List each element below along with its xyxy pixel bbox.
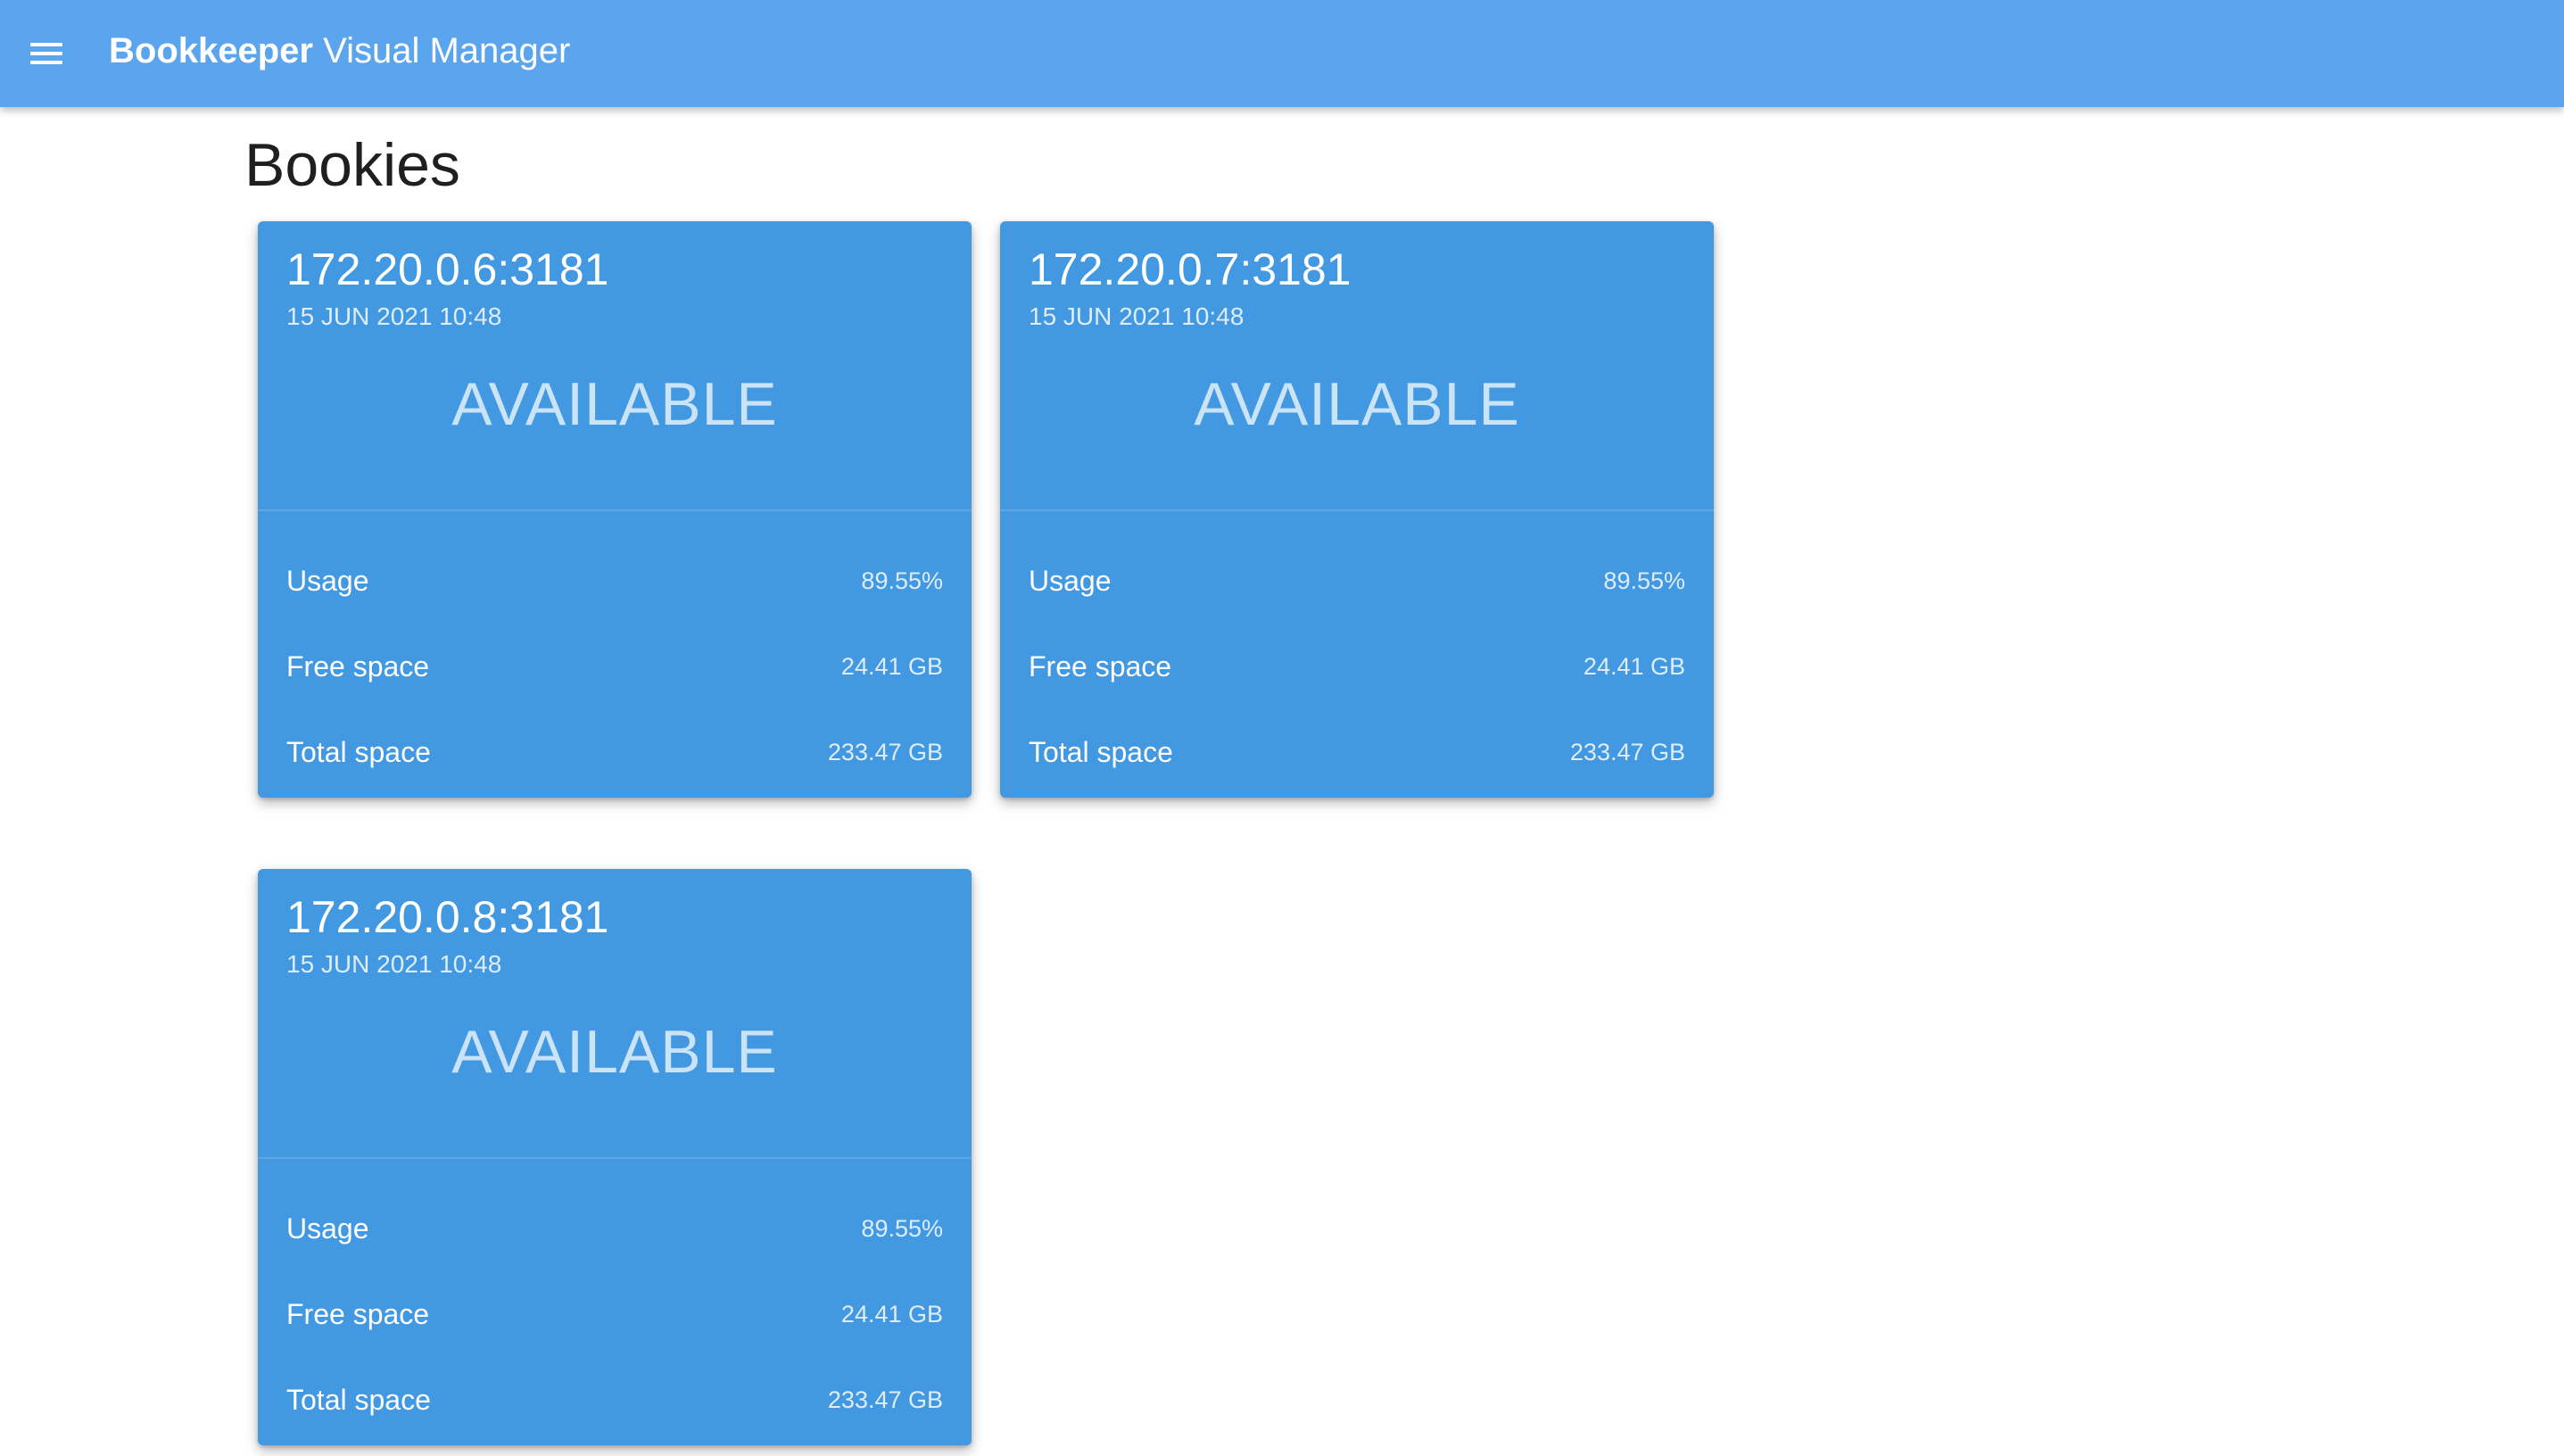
stat-row-usage: Usage 89.55% xyxy=(258,1186,972,1271)
stat-label: Total space xyxy=(1029,735,1173,768)
bookie-card-header: 172.20.0.7:3181 15 JUN 2021 10:48 AVAILA… xyxy=(1000,221,1714,511)
bookie-timestamp: 15 JUN 2021 10:48 xyxy=(286,302,502,330)
stat-row-total-space: Total space 233.47 GB xyxy=(258,709,972,795)
bookie-card[interactable]: 172.20.0.8:3181 15 JUN 2021 10:48 AVAILA… xyxy=(258,869,972,1445)
bookie-stats-list: Usage 89.55% Free space 24.41 GB Total s… xyxy=(1000,511,1714,795)
stat-label: Usage xyxy=(286,1212,369,1245)
stat-label: Free space xyxy=(1029,649,1172,682)
bookie-card[interactable]: 172.20.0.7:3181 15 JUN 2021 10:48 AVAILA… xyxy=(1000,221,1714,798)
stat-row-usage: Usage 89.55% xyxy=(258,538,972,624)
stat-row-free-space: Free space 24.41 GB xyxy=(258,624,972,709)
bookie-host: 172.20.0.6:3181 xyxy=(286,244,609,294)
hamburger-menu-icon xyxy=(30,43,62,64)
stat-value: 24.41 GB xyxy=(1583,652,1685,680)
bookie-stats-list: Usage 89.55% Free space 24.41 GB Total s… xyxy=(258,1159,972,1443)
app-title-subtitle: Visual Manager xyxy=(323,31,571,70)
bookie-card[interactable]: 172.20.0.6:3181 15 JUN 2021 10:48 AVAILA… xyxy=(258,221,972,798)
stat-label: Total space xyxy=(286,735,431,768)
stat-value: 233.47 GB xyxy=(827,738,943,765)
stat-value: 233.47 GB xyxy=(827,1386,943,1413)
bookie-status: AVAILABLE xyxy=(451,1018,778,1086)
bookie-timestamp: 15 JUN 2021 10:48 xyxy=(286,950,502,978)
bookie-timestamp: 15 JUN 2021 10:48 xyxy=(1029,302,1245,330)
stat-label: Free space xyxy=(286,1297,430,1330)
menu-button[interactable] xyxy=(20,27,73,80)
app-title-brand: Bookkeeper xyxy=(109,31,313,70)
stat-label: Usage xyxy=(286,564,369,597)
bookie-host: 172.20.0.7:3181 xyxy=(1029,244,1352,294)
stat-row-total-space: Total space 233.47 GB xyxy=(258,1357,972,1443)
bookie-card-header: 172.20.0.8:3181 15 JUN 2021 10:48 AVAILA… xyxy=(258,869,972,1159)
stat-row-free-space: Free space 24.41 GB xyxy=(1000,624,1714,709)
bookie-host: 172.20.0.8:3181 xyxy=(286,892,609,942)
stat-label: Usage xyxy=(1029,564,1112,597)
bookie-card-header: 172.20.0.6:3181 15 JUN 2021 10:48 AVAILA… xyxy=(258,221,972,511)
page-title: Bookies xyxy=(244,131,460,199)
bookie-status: AVAILABLE xyxy=(1194,370,1520,438)
bookie-status: AVAILABLE xyxy=(451,370,778,438)
app-bar: Bookkeeper Visual Manager xyxy=(0,0,2564,107)
stat-value: 89.55% xyxy=(1603,567,1685,594)
bookie-stats-list: Usage 89.55% Free space 24.41 GB Total s… xyxy=(258,511,972,795)
stat-label: Free space xyxy=(286,649,430,682)
stat-row-total-space: Total space 233.47 GB xyxy=(1000,709,1714,795)
stat-label: Total space xyxy=(286,1383,431,1416)
stat-row-free-space: Free space 24.41 GB xyxy=(258,1271,972,1357)
app-title: Bookkeeper Visual Manager xyxy=(109,0,570,107)
stat-value: 24.41 GB xyxy=(840,652,943,680)
stat-value: 89.55% xyxy=(861,1214,943,1242)
stat-value: 24.41 GB xyxy=(840,1300,943,1328)
stat-value: 89.55% xyxy=(861,567,943,594)
stat-row-usage: Usage 89.55% xyxy=(1000,538,1714,624)
stat-value: 233.47 GB xyxy=(1569,738,1685,765)
